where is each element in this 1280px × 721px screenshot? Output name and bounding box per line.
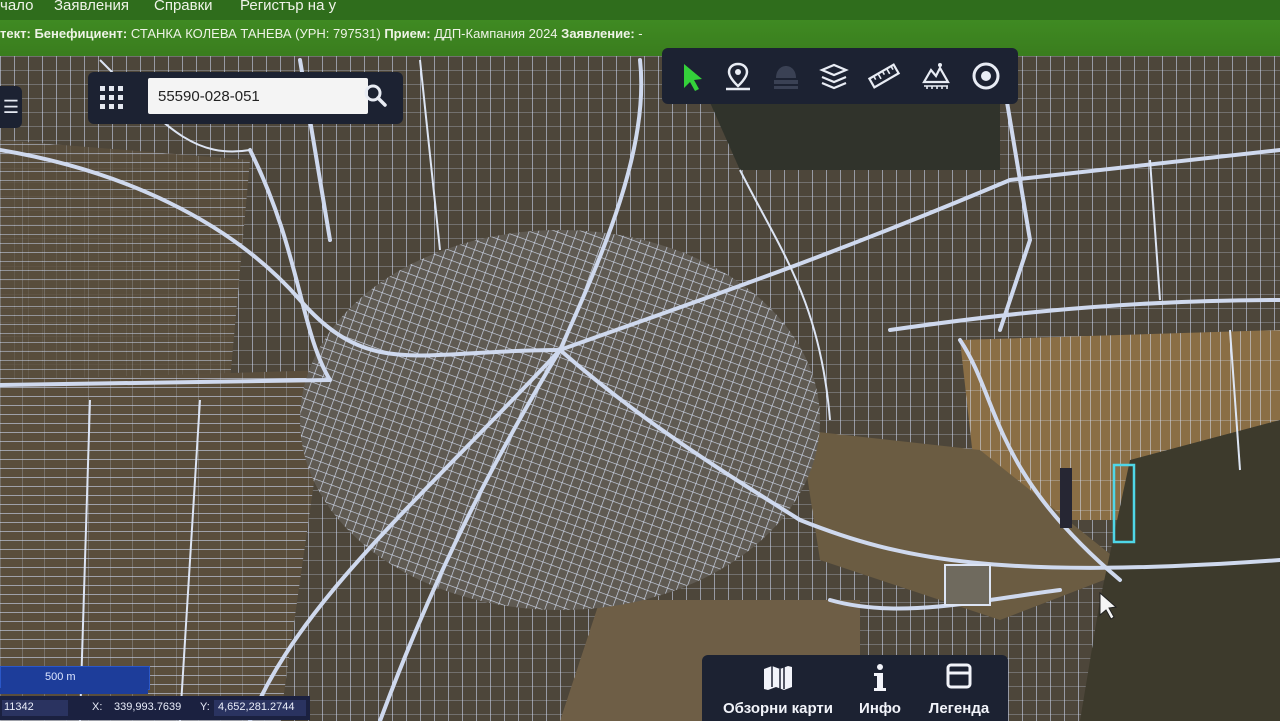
select-arrow-icon [684,64,702,91]
info-icon [874,664,886,691]
beneficiary-label: Бенефициент: [34,26,128,41]
hamburger-icon: ☰ [2,97,20,117]
ruler-icon [867,63,901,89]
intake-value: ДДП-Кампания 2024 [434,26,558,41]
top-navigation: чало Заявления Справки Регистър на у [0,0,1280,20]
nav-item-home[interactable]: чало [0,0,33,14]
map-pin-icon [726,62,750,91]
apps-grid-icon[interactable] [100,86,124,110]
beneficiary-value: СТАНКА КОЛЕВА ТАНЕВА (УРН: 797531) [130,26,381,41]
target-button[interactable] [966,56,1006,96]
overview-maps-label: Обзорни карти [723,700,833,717]
context-prefix: тект: [0,26,31,41]
epsg-code: 11342 [4,701,34,713]
hamburger-menu-button[interactable]: ☰ [0,86,22,128]
x-label: X: [92,701,103,713]
coordinates-readout: 11342 X: 339,993.7639 Y: 4,652,281.2744 [0,696,310,720]
search-button[interactable] [358,78,394,114]
layers-stack-icon [819,63,849,90]
search-icon [364,84,387,107]
parcel-search-bar [88,72,403,124]
layers-disabled-button[interactable] [766,56,806,96]
terrain-profile-icon [922,63,950,89]
intake-label: Прием: [384,26,431,41]
scale-label: 500 m [45,671,76,683]
info-button[interactable]: Инфо [850,655,910,721]
epsg-code-box[interactable]: 11342 [2,700,68,716]
legend-button[interactable]: Легенда [914,655,1004,721]
map-toolbar [662,48,1018,104]
application-label: Заявление: [561,26,635,41]
legend-icon [946,663,972,689]
layers-disabled-icon [774,66,798,89]
nav-item-register[interactable]: Регистър на у [240,0,336,14]
map-icon [764,666,792,690]
legend-label: Легенда [928,700,990,717]
measure-button[interactable] [864,56,904,96]
context-bar: тект: Бенефициент: СТАНКА КОЛЕВА ТАНЕВА … [0,20,1280,56]
layers-button[interactable] [814,56,854,96]
nav-item-references[interactable]: Справки [154,0,213,14]
y-coordinate: 4,652,281.2744 [218,701,295,713]
scale-indicator: 500 m [0,666,150,690]
parcel-search-input[interactable] [148,78,368,114]
info-label: Инфо [859,700,901,717]
scale-bar [0,688,148,694]
y-coordinate-box: 4,652,281.2744 [214,700,306,716]
nav-item-applications[interactable]: Заявления [54,0,129,14]
locate-point-button[interactable] [718,56,758,96]
terrain-profile-button[interactable] [916,56,956,96]
bottom-action-bar: Обзорни карти Инфо Легенда [702,655,1008,721]
x-coordinate: 339,993.7639 [114,701,182,713]
overview-maps-button[interactable]: Обзорни карти [708,655,848,721]
target-icon [972,62,1000,90]
select-tool-button[interactable] [670,56,710,96]
y-label: Y: [200,701,210,713]
application-value: - [638,26,643,41]
